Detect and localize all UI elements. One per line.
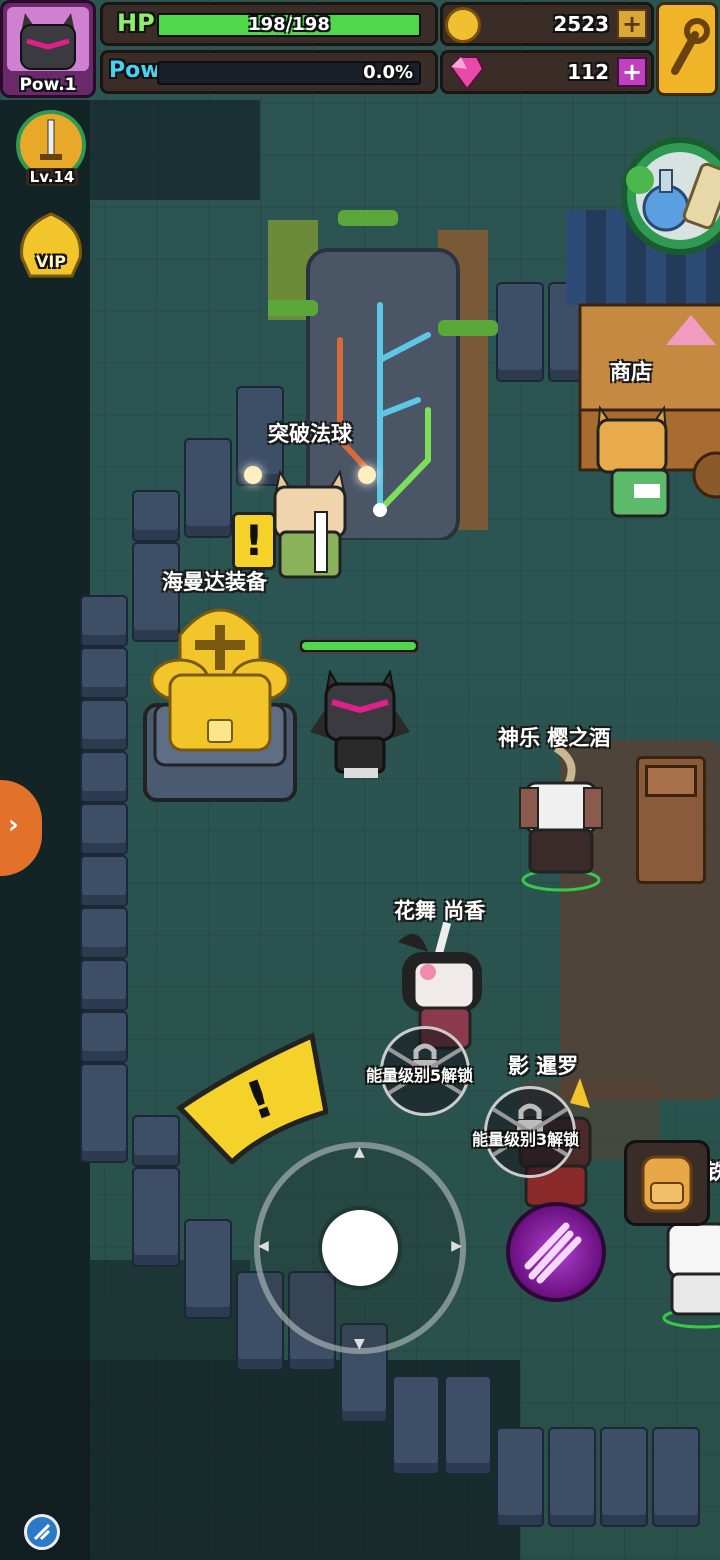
pow-label: Pow [109,58,161,83]
joystick-down-arrow: ▼ [354,1336,365,1352]
pow-bar: 0.0% [157,61,421,85]
equip-npc-label: 海曼达装备 [162,570,267,594]
quest-ticket-button[interactable]: ! [176,1030,329,1166]
joystick-up-arrow: ▲ [354,1144,365,1160]
stone-block [80,803,128,855]
stone-block [80,595,128,647]
void-top [90,100,260,200]
weapon-level: Lv.14 [26,168,78,186]
hp-bar: 198/198 [157,13,421,37]
stone-block [600,1427,648,1527]
stone-block [80,751,128,803]
wrench-icon [671,18,710,75]
quest-alert-icon[interactable]: ! [232,512,276,570]
stone-block [392,1375,440,1475]
stone-block [80,1063,128,1163]
stone-block [80,959,128,1011]
player-hp-fill [302,642,416,650]
auto-battle-icon[interactable] [24,1514,60,1550]
gem-icon [449,56,485,91]
player-character [310,662,410,782]
stone-block [80,647,128,699]
golden-armor-statue[interactable] [140,595,300,805]
lock2-text: 能量级别3解锁 [472,1130,580,1149]
orb-master-npc[interactable] [270,462,350,582]
skill-button[interactable] [506,1202,606,1302]
settings-button[interactable] [656,2,718,96]
stone-block [496,282,544,382]
stone-block [132,1167,180,1267]
hp-label: HP [117,9,155,37]
add-gold-button[interactable]: + [617,9,647,39]
stone-block [496,1427,544,1527]
orb-light [358,466,376,484]
lock1-text: 能量级别5解锁 [366,1066,474,1085]
pow-panel: Pow 0.0% [100,50,438,94]
vip-label: VIP [35,252,67,271]
void-bottom [0,1360,520,1560]
chevron-right-icon: › [8,810,19,840]
stone-block [652,1427,700,1527]
backpack-button[interactable] [624,1140,710,1226]
orb-light [244,466,262,484]
stone-block [80,855,128,907]
gold-coin-icon [445,7,481,43]
hp-value: 198/198 [248,14,330,35]
player-avatar[interactable]: Pow.1 [0,0,96,98]
stone-block [444,1375,492,1475]
npc2-label: 花舞 尚香 [394,899,486,923]
stone-block [184,438,232,538]
gold-value: 2523 [553,12,609,36]
joystick-left-arrow: ◀ [258,1238,269,1254]
edge-npc[interactable] [662,1218,720,1330]
cat-avatar-icon [7,7,89,71]
orb-npc-label: 突破法球 [268,422,352,446]
wooden-door [636,756,706,884]
add-gem-button[interactable]: + [617,57,647,87]
joystick-right-arrow: ▶ [451,1238,462,1254]
pow-value: 0.0% [363,62,413,83]
vip-button[interactable]: VIP [16,208,86,282]
stone-block [80,699,128,751]
shopkeeper-cat[interactable] [594,400,670,520]
gem-value: 112 [567,60,609,84]
npc3-label: 影 暹罗 [508,1054,579,1078]
game-world: ! 突破法球 海曼达装备 商店 神乐 樱之酒 花舞 尚香 能量级别5解锁 影 暹… [0,0,720,1560]
stone-block [80,1011,128,1063]
samurai-npc[interactable] [516,744,606,893]
stone-block [80,907,128,959]
stone-block [132,490,180,542]
shop-label: 商店 [610,360,652,384]
stone-block [548,1427,596,1527]
sword-icon [40,119,62,160]
stone-block [184,1219,232,1319]
shop-potion-icon[interactable] [614,126,720,266]
gem-panel: 112 + [440,50,654,94]
player-hp-bar [298,638,420,654]
hp-panel: HP 198/198 [100,2,438,46]
joystick-thumb[interactable] [322,1210,398,1286]
gold-panel: 2523 + [440,2,654,46]
player-level-text: Pow.1 [19,75,77,95]
stone-block [132,1115,180,1167]
virtual-joystick[interactable]: ▲ ▼ ◀ ▶ [254,1142,466,1354]
